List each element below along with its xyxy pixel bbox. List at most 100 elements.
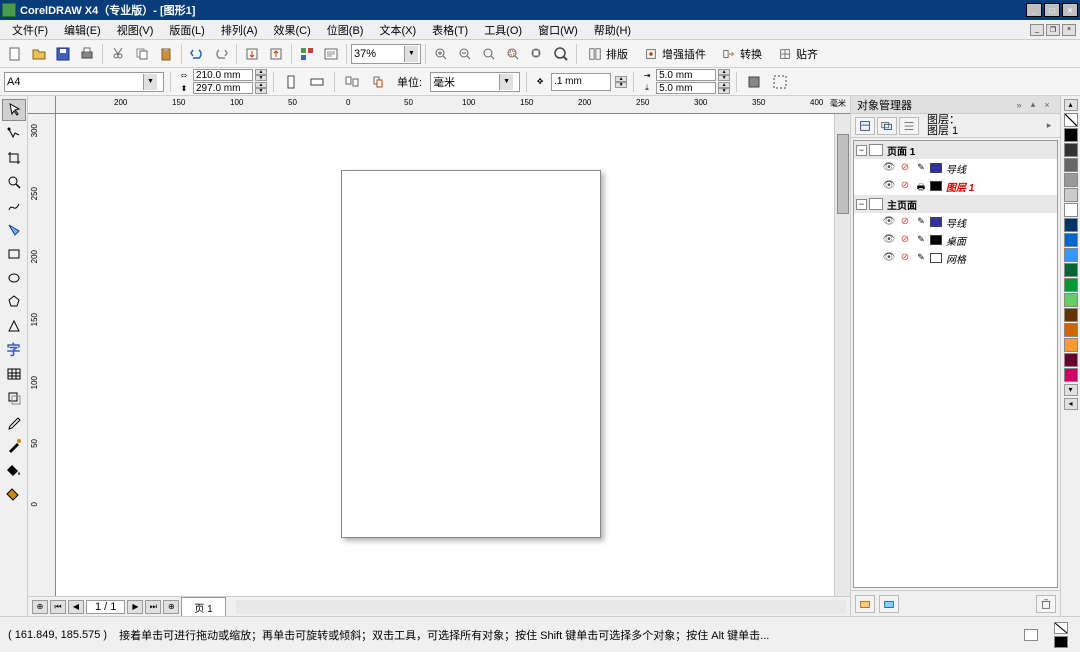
outline-tool[interactable] (2, 435, 26, 457)
color-swatch[interactable] (1064, 353, 1078, 367)
palette-down-button[interactable]: ▾ (1064, 384, 1078, 396)
color-swatch[interactable] (1064, 203, 1078, 217)
page-height-input[interactable] (193, 82, 253, 94)
options-button[interactable] (769, 71, 791, 93)
palette-flyout-button[interactable]: ◂ (1064, 398, 1078, 410)
zoom-in-button[interactable] (430, 43, 452, 65)
layer-color-swatch[interactable] (930, 163, 942, 173)
layer-manager-view-button[interactable] (899, 117, 919, 135)
zoom-tool[interactable] (2, 171, 26, 193)
layer-color-swatch[interactable] (930, 235, 942, 245)
table-tool[interactable] (2, 363, 26, 385)
visibility-icon[interactable]: 👁 (882, 162, 896, 174)
pick-tool[interactable] (2, 99, 26, 121)
menu-o[interactable]: 工具(O) (476, 20, 530, 40)
color-swatch[interactable] (1064, 263, 1078, 277)
save-button[interactable] (52, 43, 74, 65)
eyedropper-tool[interactable] (2, 411, 26, 433)
visibility-icon[interactable]: 👁 (882, 252, 896, 264)
lock-icon[interactable]: ⊘ (898, 180, 912, 192)
tree-page-row[interactable]: −主页面 (854, 195, 1057, 213)
ruler-origin[interactable] (28, 96, 56, 114)
convert-button[interactable]: 转换 (715, 43, 769, 65)
landscape-button[interactable] (306, 71, 328, 93)
menu-f[interactable]: 文件(F) (4, 20, 56, 40)
minimize-button[interactable]: _ (1026, 3, 1042, 17)
fill-color-indicator[interactable] (1054, 636, 1068, 648)
polygon-tool[interactable] (2, 291, 26, 313)
layer-tree[interactable]: −页面 1👁⊘✎导线👁⊘🖶图层 1−主页面👁⊘✎导线👁⊘✎桌面👁⊘✎网格 (853, 140, 1058, 588)
color-swatch[interactable] (1064, 143, 1078, 157)
outline-indicator[interactable] (1024, 629, 1038, 641)
layout-button[interactable]: 排版 (581, 43, 635, 65)
ellipse-tool[interactable] (2, 267, 26, 289)
zoom-selection-button[interactable] (502, 43, 524, 65)
color-swatch[interactable] (1064, 323, 1078, 337)
docker-collapse-button[interactable]: ▴ (1026, 99, 1040, 111)
print-icon[interactable]: ✎ (914, 162, 928, 174)
paper-size-input[interactable] (7, 76, 143, 88)
color-swatch[interactable] (1064, 293, 1078, 307)
spin-down-button[interactable]: ▼ (255, 75, 267, 81)
scrollbar-thumb[interactable] (837, 134, 849, 214)
color-swatch[interactable] (1064, 113, 1078, 127)
color-swatch[interactable] (1064, 218, 1078, 232)
unit-dropdown[interactable]: ▼ (430, 72, 520, 92)
copy-button[interactable] (131, 43, 153, 65)
visibility-icon[interactable]: 👁 (882, 180, 896, 192)
shape-tool[interactable] (2, 123, 26, 145)
tree-layer-row[interactable]: 👁⊘🖶图层 1 (854, 177, 1057, 195)
first-page-button[interactable]: ⏮ (50, 600, 66, 614)
zoom-input[interactable] (354, 48, 404, 60)
color-swatch[interactable] (1064, 128, 1078, 142)
tree-page-row[interactable]: −页面 1 (854, 141, 1057, 159)
visibility-icon[interactable]: 👁 (882, 216, 896, 228)
prev-page-button[interactable]: ◀ (68, 600, 84, 614)
page-tab[interactable]: 页 1 (181, 597, 225, 617)
spin-down-button[interactable]: ▼ (615, 82, 627, 88)
export-button[interactable] (265, 43, 287, 65)
vertical-scrollbar[interactable] (834, 114, 850, 596)
delete-layer-button[interactable] (1036, 595, 1056, 613)
layer-color-swatch[interactable] (930, 181, 942, 191)
horizontal-ruler[interactable]: 20015010050050100150200250300350400毫米 (56, 96, 850, 114)
print-icon[interactable]: ✎ (914, 252, 928, 264)
tree-toggle[interactable]: − (856, 199, 867, 210)
rectangle-tool[interactable] (2, 243, 26, 265)
add-page-after-button[interactable]: ⊕ (163, 600, 179, 614)
tree-toggle[interactable]: − (856, 145, 867, 156)
interactive-fill-tool[interactable] (2, 483, 26, 505)
edit-across-layers-button[interactable] (877, 117, 897, 135)
show-properties-button[interactable] (855, 117, 875, 135)
all-pages-button[interactable] (341, 71, 363, 93)
chevron-down-icon[interactable]: ▼ (499, 74, 513, 90)
color-swatch[interactable] (1064, 248, 1078, 262)
last-page-button[interactable]: ⏭ (145, 600, 161, 614)
page[interactable] (341, 170, 601, 538)
spin-down-button[interactable]: ▼ (255, 88, 267, 94)
unit-input[interactable] (433, 76, 499, 88)
print-icon[interactable]: 🖶 (914, 180, 928, 192)
color-swatch[interactable] (1064, 308, 1078, 322)
print-icon[interactable]: ✎ (914, 234, 928, 246)
chevron-down-icon[interactable]: ▼ (404, 46, 418, 62)
layer-color-swatch[interactable] (930, 217, 942, 227)
add-page-button[interactable]: ⊕ (32, 600, 48, 614)
doc-restore-button[interactable]: ❐ (1046, 24, 1060, 36)
freehand-tool[interactable] (2, 195, 26, 217)
visibility-icon[interactable]: 👁 (882, 234, 896, 246)
welcome-button[interactable] (320, 43, 342, 65)
tree-layer-row[interactable]: 👁⊘✎网格 (854, 249, 1057, 267)
redo-button[interactable] (210, 43, 232, 65)
menu-e[interactable]: 编辑(E) (56, 20, 109, 40)
horizontal-scrollbar[interactable] (236, 600, 846, 614)
basic-shapes-tool[interactable] (2, 315, 26, 337)
page-width-input[interactable] (193, 69, 253, 81)
paper-size-dropdown[interactable]: ▼ (4, 72, 164, 92)
duplicate-x-input[interactable] (656, 69, 716, 81)
portrait-button[interactable] (280, 71, 302, 93)
lock-icon[interactable]: ⊘ (898, 216, 912, 228)
spin-down-button[interactable]: ▼ (718, 75, 730, 81)
next-page-button[interactable]: ▶ (127, 600, 143, 614)
print-icon[interactable]: ✎ (914, 216, 928, 228)
